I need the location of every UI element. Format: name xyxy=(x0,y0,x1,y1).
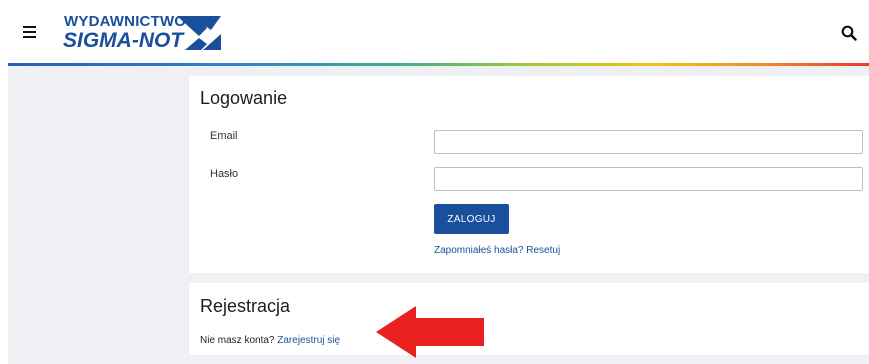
password-label: Hasło xyxy=(210,168,239,180)
register-link[interactable]: Zarejestruj się xyxy=(277,335,340,346)
forgot-password-link[interactable]: Zapomniałeś hasła? Resetuj xyxy=(434,245,560,256)
register-title: Rejestracja xyxy=(200,296,291,316)
search-icon[interactable] xyxy=(841,25,857,41)
logo-line-2: SIGMA-NOT xyxy=(63,29,184,52)
email-label: Email xyxy=(210,130,238,142)
register-prompt: Nie masz konta? xyxy=(200,335,275,346)
login-title: Logowanie xyxy=(200,88,288,108)
email-field[interactable] xyxy=(434,130,863,154)
password-field[interactable] xyxy=(434,167,863,191)
site-header: WYDAWNICTWO SIGMA-NOT xyxy=(0,0,869,64)
logo-chevron-icon xyxy=(177,16,221,50)
site-logo[interactable]: WYDAWNICTWO SIGMA-NOT xyxy=(62,11,227,55)
register-card: Rejestracja Nie masz konta? Zarejestruj … xyxy=(189,283,869,355)
hamburger-icon[interactable] xyxy=(23,26,36,38)
login-card: Logowanie Email Hasło ZALOGUJ Zapomniałe… xyxy=(189,76,869,273)
red-arrow-icon xyxy=(376,306,484,358)
login-button[interactable]: ZALOGUJ xyxy=(434,204,509,234)
register-prompt-row: Nie masz konta? Zarejestruj się xyxy=(200,335,340,346)
logo-line-1: WYDAWNICTWO xyxy=(64,13,187,30)
